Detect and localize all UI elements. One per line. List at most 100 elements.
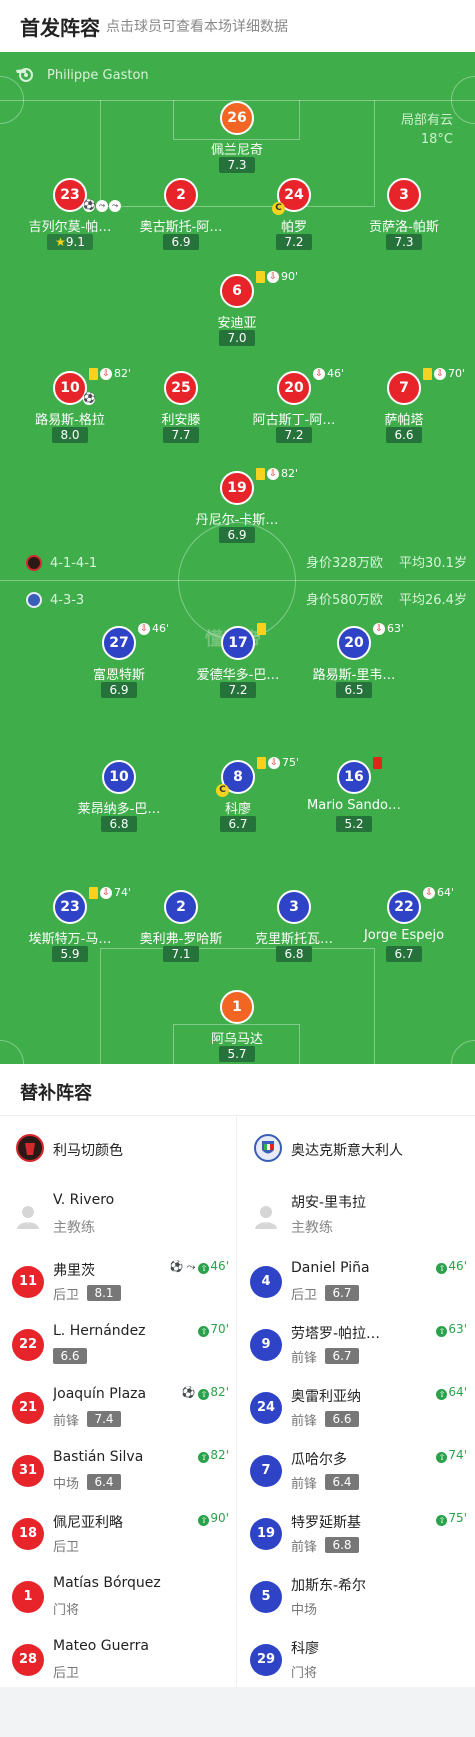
player-away-gk[interactable]: 1 阿乌马达 5.7: [172, 990, 302, 1070]
player-rating: 5.2: [336, 816, 372, 832]
player-rating: 7.3: [219, 157, 255, 173]
shirt-number: 4: [250, 1266, 282, 1298]
player-home-mid-4[interactable]: 7 ⇩ 70' 萨帕塔 6.6: [339, 367, 469, 451]
shirt-number: 10: [53, 371, 87, 405]
sub-in-icon: ⇧: [198, 1515, 210, 1526]
sub-player-row[interactable]: 1 Matías Bórquez 门将: [0, 1565, 237, 1628]
yellow-card-icon: [256, 271, 265, 283]
sub-events: ⇧ 46': [436, 1259, 467, 1274]
player-events: [257, 622, 268, 638]
yellow-card-icon: [423, 368, 432, 380]
sub-player-row[interactable]: 22 L. Hernández 6.6 ⇧ 70': [0, 1313, 237, 1376]
shirt-number: 22: [387, 890, 421, 924]
home-team-row[interactable]: 利马切颜色: [0, 1116, 237, 1180]
coach-row[interactable]: V. Rivero 主教练: [0, 1180, 237, 1250]
player-events: ⇩ 64': [423, 886, 454, 902]
sub-position: 门将: [53, 1603, 80, 1618]
coach-name: 胡安-里韦拉: [291, 1195, 367, 1211]
sub-rating: 6.6: [325, 1411, 359, 1427]
player-rating: 5.9: [52, 946, 88, 962]
sub-out-icon: ⇩: [100, 887, 112, 899]
sub-rating: 8.1: [87, 1285, 121, 1301]
sub-name: 特罗延斯基: [291, 1515, 361, 1531]
sub-name: Matías Bórquez: [53, 1575, 161, 1591]
player-home-dm[interactable]: 6 ⇩ 90' 安迪亚 7.0: [172, 270, 302, 354]
player-name: 莱昂纳多-巴…: [77, 802, 161, 817]
player-away-def-2[interactable]: 2 奥利弗-罗哈斯 7.1: [116, 890, 246, 970]
player-home-def-4[interactable]: 3 贡萨洛-帕斯 7.3: [339, 178, 469, 258]
player-rating: 7.7: [163, 427, 199, 443]
sub-player-row[interactable]: 9 劳塔罗-帕拉… 前锋 6.7 ⇧ 63': [238, 1313, 475, 1376]
player-home-fw[interactable]: 19 ⇩ 82' 丹尼尔-卡斯… 6.9: [172, 467, 302, 551]
player-home-mid-2[interactable]: 25 利安滕 7.7: [116, 371, 246, 451]
captain-icon: C: [216, 784, 229, 797]
sub-in-icon: ⇧: [436, 1515, 448, 1526]
player-name: 奥古斯托-阿…: [139, 220, 223, 235]
shirt-number: 25: [164, 371, 198, 405]
goal-icon: ⚽: [181, 1386, 196, 1399]
sub-rating: 6.6: [53, 1348, 87, 1364]
sub-events: ⇧ 82': [198, 1448, 229, 1463]
sub-player-row[interactable]: 7 瓜哈尔多 前锋 6.4 ⇧ 74': [238, 1439, 475, 1502]
sub-player-row[interactable]: 24 奥雷利亚纳 前锋 6.6 ⇧ 64': [238, 1376, 475, 1439]
goal-icon: ⚽: [169, 1260, 184, 1273]
coach-role: 主教练: [53, 1220, 95, 1236]
sub-player-row[interactable]: 11 弗里茨 后卫 8.1 ⚽ ⤳ ⇧ 46': [0, 1250, 237, 1313]
player-home-def-2[interactable]: 2 奥古斯托-阿… 6.9: [116, 178, 246, 258]
sub-rating: 6.4: [325, 1474, 359, 1490]
player-name: Jorge Espejo: [363, 928, 445, 943]
sub-position: 后卫: [53, 1666, 80, 1681]
sub-player-row[interactable]: 4 Daniel Piña 后卫 6.7 ⇧ 46': [238, 1250, 475, 1313]
team-name: 利马切颜色: [53, 1143, 123, 1159]
player-away-mid-1[interactable]: 10 莱昂纳多-巴… 6.8: [54, 760, 184, 840]
player-rating: 7.1: [163, 946, 199, 962]
player-away-mid-2[interactable]: 8 C ⇩ 75' 科廖 6.7: [173, 756, 303, 840]
yellow-card-icon: [257, 623, 266, 635]
player-rating: 6.9: [219, 527, 255, 543]
shirt-number: 24: [250, 1392, 282, 1424]
sub-position: 后卫: [53, 1540, 80, 1555]
referee-name: Philippe Gaston: [47, 68, 149, 83]
shirt-number: 1: [220, 990, 254, 1024]
sub-name: 佩尼亚利略: [53, 1515, 123, 1531]
subs-header: 替补阵容: [0, 1064, 475, 1116]
sub-player-row[interactable]: 5 加斯东-希尔 中场: [238, 1565, 475, 1628]
shirt-number: 26: [220, 101, 254, 135]
sub-player-row[interactable]: 28 Mateo Guerra 后卫: [0, 1628, 237, 1691]
subs-title: 替补阵容: [20, 1083, 92, 1104]
section-title: 首发阵容: [20, 16, 100, 40]
sub-events: ⇧ 74': [436, 1448, 467, 1463]
coach-row[interactable]: 胡安-里韦拉 主教练: [238, 1180, 475, 1250]
player-away-fw-2[interactable]: 17 爱德华多-巴… 7.2: [173, 623, 303, 706]
shirt-number: 20: [337, 626, 371, 660]
shirt-number: 19: [250, 1518, 282, 1550]
sub-events: ⇧ 75': [436, 1511, 467, 1526]
lineup-header: 首发阵容 点击球员可查看本场详细数据: [0, 0, 475, 52]
sub-position: 前锋: [291, 1351, 318, 1366]
sub-player-row[interactable]: 21 Joaquín Plaza 前锋 7.4 ⚽ ⇧ 82': [0, 1376, 237, 1439]
sub-out-icon: ⇩: [267, 468, 279, 480]
sub-events: ⇧ 70': [198, 1322, 229, 1337]
sub-name: L. Hernández: [53, 1323, 146, 1339]
sub-player-row[interactable]: 31 Bastián Silva 中场 6.4 ⇧ 82': [0, 1439, 237, 1502]
shirt-number: 19: [220, 471, 254, 505]
player-home-gk[interactable]: 26 佩兰尼奇 7.3: [172, 101, 302, 181]
sub-out-icon: ⇩: [267, 271, 279, 283]
sub-in-icon: ⇧: [436, 1389, 448, 1400]
red-card-icon: [373, 757, 382, 769]
player-away-def-4[interactable]: 22 ⇩ 64' Jorge Espejo 6.7: [339, 886, 469, 970]
player-away-fw-3[interactable]: 20 ⇩ 63' 路易斯-里韦… 6.5: [289, 622, 419, 706]
player-away-mid-3[interactable]: 16 Mario Sando… 5.2: [289, 757, 419, 840]
sub-player-row[interactable]: 18 佩尼亚利略 后卫 ⇧ 90': [0, 1502, 237, 1565]
player-name: 贡萨洛-帕斯: [369, 220, 439, 235]
home-team-badge-icon: [26, 555, 42, 571]
away-team-row[interactable]: 奥达克斯意大利人: [238, 1116, 475, 1180]
sub-out-icon: ⇩: [373, 623, 385, 635]
player-away-fw-1[interactable]: 27 ⇩ 46' 富恩特斯 6.9: [54, 622, 184, 706]
sub-events: ⇧ 63': [436, 1322, 467, 1337]
sub-name: Joaquín Plaza: [53, 1386, 147, 1402]
sub-player-row[interactable]: 29 科廖 门将: [238, 1628, 475, 1691]
sub-player-row[interactable]: 19 特罗延斯基 前锋 6.8 ⇧ 75': [238, 1502, 475, 1565]
player-name: Mario Sando…: [307, 798, 401, 813]
star-icon: ★: [55, 235, 66, 249]
